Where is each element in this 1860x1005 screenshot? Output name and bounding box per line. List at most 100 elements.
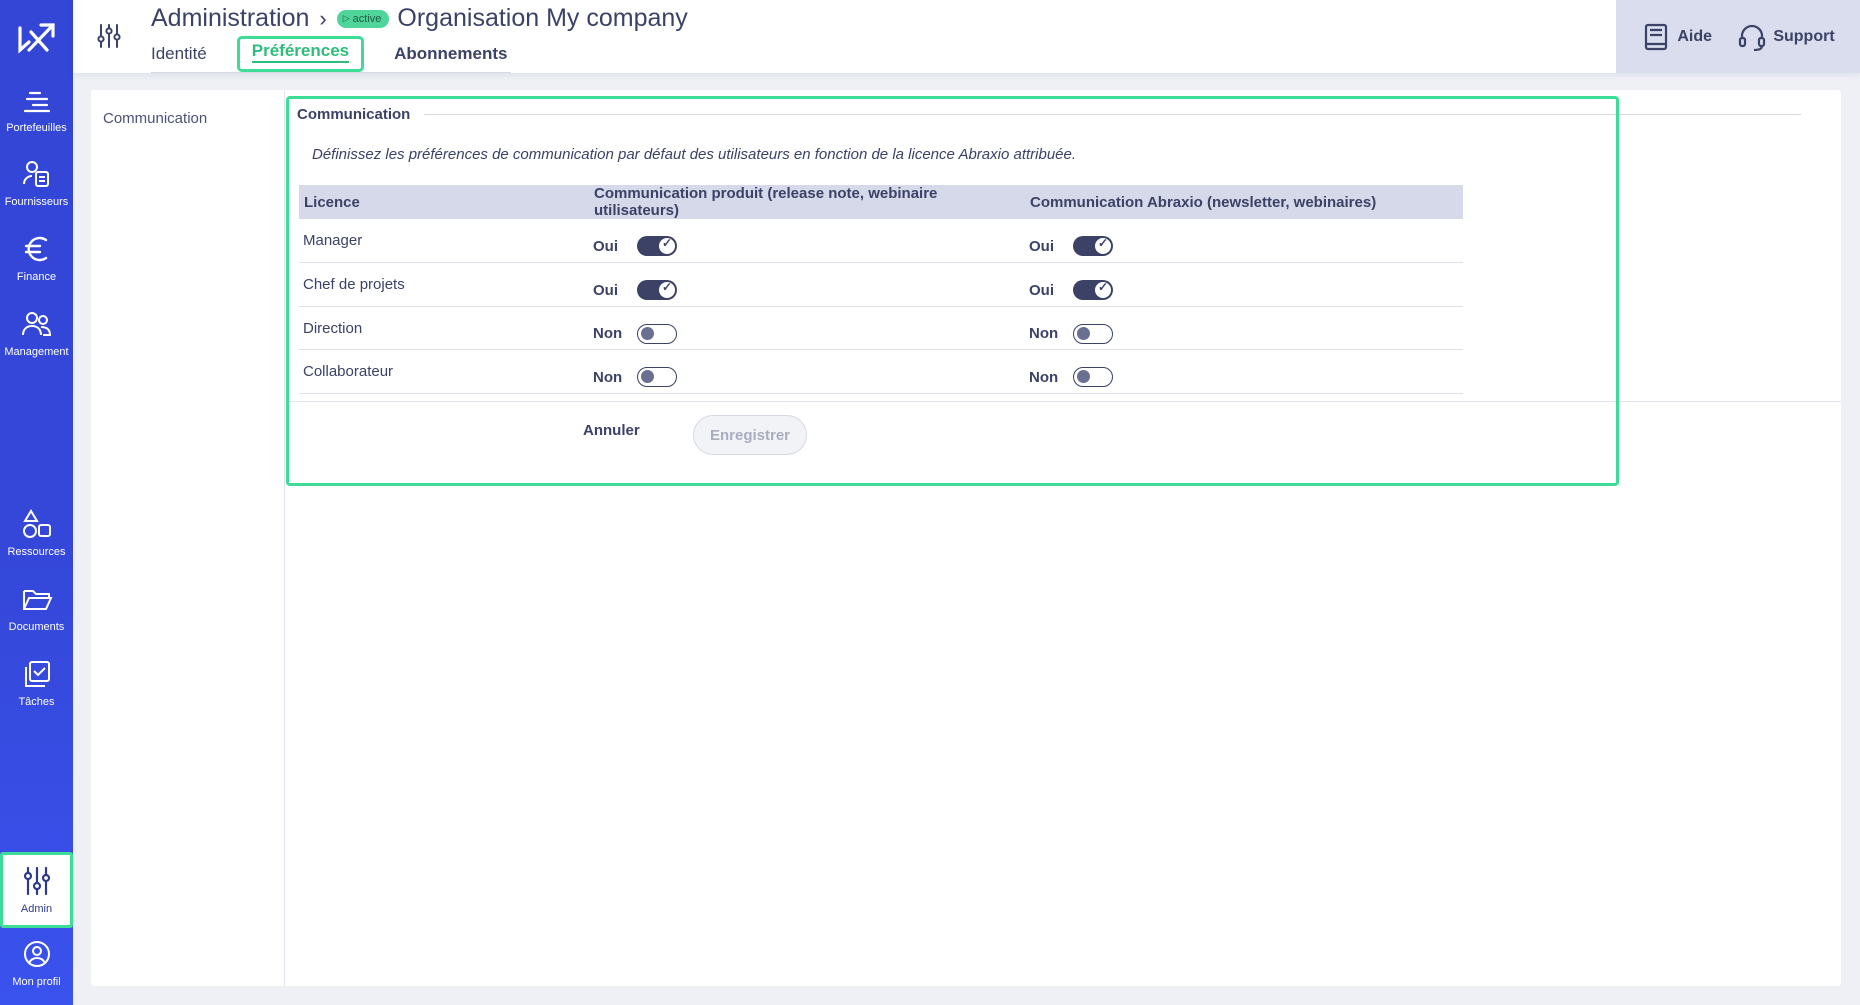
sidebar-item-mon-profil[interactable]: Mon profil (0, 938, 73, 1005)
toggle-knob (659, 280, 675, 298)
chevron-right-icon: › (319, 5, 327, 31)
table-row: Collaborateur Non Non (299, 349, 1463, 394)
toggle-knob (641, 370, 654, 383)
toggle-cell: Oui (593, 276, 1025, 300)
column-header-abraxio: Communication Abraxio (newsletter, webin… (1025, 185, 1463, 219)
sidebar-item-portefeuilles[interactable]: Portefeuilles (0, 84, 73, 154)
toggle-value: Oui (593, 237, 618, 255)
abraxio-cell: Oui (1025, 219, 1463, 263)
abraxio-communication-toggle[interactable] (1073, 367, 1113, 387)
abraxio-cell: Oui (1025, 262, 1463, 307)
status-badge-label: active (352, 12, 382, 25)
product-cell: Oui (589, 262, 1025, 307)
table-row: Chef de projets Oui Oui (299, 262, 1463, 307)
cancel-button[interactable]: Annuler (583, 422, 640, 439)
product-communication-toggle[interactable] (637, 367, 677, 387)
licence-cell: Collaborateur (299, 349, 589, 394)
product-communication-toggle[interactable] (637, 236, 677, 256)
toggle-value: Non (593, 368, 623, 386)
status-badge: ▷ active (336, 9, 390, 28)
toggle-knob (1095, 280, 1111, 298)
toggle-value: Non (1029, 368, 1059, 386)
toggle-cell: Oui (593, 232, 1025, 256)
licence-cell: Chef de projets (299, 262, 589, 307)
sidebar-item-ressources[interactable]: Ressources (0, 508, 73, 578)
suppliers-icon (22, 161, 49, 187)
toggle-cell: Non (593, 363, 1025, 387)
help-button[interactable]: Aide (1641, 22, 1712, 52)
users-icon (21, 312, 51, 336)
abraxio-cell: Non (1025, 349, 1463, 394)
folder-icon (22, 590, 53, 610)
product-communication-toggle[interactable] (637, 323, 677, 344)
abraxio-communication-toggle[interactable] (1073, 323, 1113, 344)
page-title: Organisation My company (397, 4, 688, 32)
sidebar: Portefeuilles Fournisseurs Finance Manag… (0, 0, 73, 1005)
support-label: Support (1773, 27, 1835, 45)
logo[interactable] (0, 12, 73, 62)
abraxio-communication-toggle[interactable] (1073, 236, 1113, 256)
sidebar-item-fournisseurs[interactable]: Fournisseurs (0, 158, 73, 228)
sidebar-item-label: Documents (8, 621, 65, 633)
breadcrumb: Administration › ▷ active Organisation M… (151, 4, 688, 33)
save-button[interactable]: Enregistrer (693, 415, 807, 455)
sidebar-item-finance[interactable]: Finance (0, 233, 73, 303)
headset-icon (1739, 24, 1766, 51)
topbar: Administration › ▷ active Organisation M… (73, 0, 1860, 73)
tabs: Identité Préférences Abonnements (151, 36, 529, 72)
licence-cell: Manager (299, 219, 589, 263)
profile-icon (23, 941, 50, 967)
sidebar-item-label: Admin (20, 903, 53, 915)
tab-identite[interactable]: Identité (151, 40, 229, 72)
portfolio-icon (23, 91, 50, 113)
breadcrumb-administration[interactable]: Administration (151, 4, 309, 33)
column-header-product: Communication produit (release note, web… (589, 185, 1025, 219)
sidebar-item-label: Portefeuilles (6, 122, 67, 134)
toggle-cell: Non (1029, 320, 1463, 344)
product-cell: Non (589, 306, 1025, 350)
toggle-value: Non (593, 325, 623, 342)
table-header-row: Licence Communication produit (release n… (299, 185, 1463, 219)
book-icon (1645, 23, 1668, 50)
sliders-icon (23, 866, 50, 896)
table-row: Direction Non Non (299, 306, 1463, 350)
communication-section: Communication Définissez les préférences… (286, 96, 1619, 486)
toggle-cell: Oui (1029, 232, 1463, 256)
toggle-knob (1077, 326, 1090, 340)
sidebar-item-taches[interactable]: Tâches (0, 658, 73, 728)
side-nav-communication[interactable]: Communication (103, 110, 207, 127)
sidebar-item-label: Ressources (7, 546, 66, 558)
support-button[interactable]: Support (1737, 22, 1835, 52)
main-panel: Communication Communication Définissez l… (91, 90, 1841, 986)
abraxio-communication-toggle[interactable] (1073, 280, 1113, 300)
euro-icon (24, 236, 47, 262)
tab-abonnements[interactable]: Abonnements (372, 40, 529, 72)
toggle-knob (1077, 370, 1090, 383)
toggle-cell: Non (1029, 363, 1463, 387)
preferences-table: Licence Communication produit (release n… (299, 185, 1463, 394)
sidebar-item-label: Finance (16, 271, 57, 283)
licence-cell: Direction (299, 306, 589, 350)
vertical-divider (284, 90, 285, 986)
tab-divider (151, 72, 511, 73)
product-cell: Non (589, 349, 1025, 394)
sidebar-item-label: Management (4, 346, 69, 358)
table-row: Manager Oui Oui (299, 219, 1463, 263)
play-icon: ▷ (342, 13, 350, 23)
shapes-icon (22, 509, 51, 538)
toggle-cell: Non (593, 320, 1025, 344)
product-communication-toggle[interactable] (637, 280, 677, 300)
sidebar-item-admin[interactable]: Admin (0, 852, 73, 928)
toggle-value: Oui (1029, 237, 1054, 255)
sidebar-item-documents[interactable]: Documents (0, 583, 73, 653)
tab-preferences[interactable]: Préférences (236, 36, 365, 72)
abraxio-cell: Non (1025, 306, 1463, 350)
help-label: Aide (1677, 27, 1712, 45)
sliders-icon (97, 24, 121, 48)
help-area: Aide Support (1616, 0, 1860, 73)
toggle-value: Oui (1029, 281, 1054, 299)
section-title: Communication (297, 106, 425, 123)
toggle-cell: Oui (1029, 276, 1463, 300)
toggle-knob (641, 326, 654, 340)
sidebar-item-management[interactable]: Management (0, 308, 73, 378)
